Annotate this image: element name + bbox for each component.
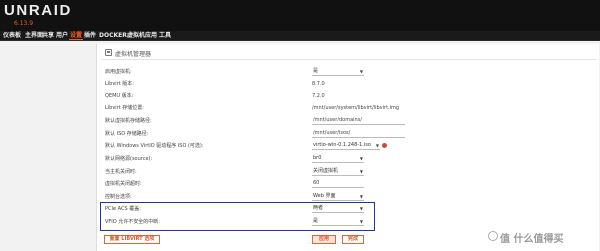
nav-apps[interactable]: 应用 — [145, 32, 157, 40]
nav-users[interactable]: 用户 — [56, 32, 68, 40]
nav-shares[interactable]: 共享 — [42, 32, 54, 40]
version-label: 6.13.9 — [14, 20, 34, 27]
chevron-down-icon: ▼ — [359, 194, 363, 199]
nav-tools[interactable]: 工具 — [159, 32, 171, 40]
top-bar: UNRAID 6.13.9 — [0, 0, 600, 31]
qemu-version-value: 7.2.0 — [312, 93, 325, 99]
console-option-select[interactable]: Web 界面 ▼ — [312, 193, 364, 201]
qemu-version-label: QEMU 版本: — [105, 93, 134, 99]
panel-header: 虚拟机管理器 — [101, 46, 596, 60]
libvirt-version-label: Libvirt 版本: — [105, 81, 134, 87]
libvirt-storage-value: /mnt/user/system/libvirt/libvirt.img — [312, 105, 400, 111]
enable-vm-value: 是 — [313, 68, 319, 74]
chevron-down-icon: ▼ — [359, 69, 363, 74]
shutdown-timeout-input[interactable]: 60 — [312, 180, 364, 188]
console-option-value: Web 界面 — [313, 193, 336, 199]
watermark-logo-icon — [488, 231, 498, 241]
chevron-down-icon: ▼ — [359, 169, 363, 174]
main-nav: 仪表板 主界面 共享 用户 设置 插件 DOCKER 虚拟机 应用 工具 — [0, 31, 600, 41]
done-button[interactable]: 完成 — [342, 235, 364, 244]
shutdown-timeout-label: 虚拟机关闭超时: — [105, 181, 142, 187]
network-source-value: br0 — [313, 155, 322, 161]
virtio-iso-select[interactable]: virtio-win-0.1.248-1.iso ▼ — [312, 142, 380, 150]
chevron-down-icon: ▼ — [359, 156, 363, 161]
default-iso-path-input[interactable]: /mnt/user/isos/ — [312, 130, 405, 138]
libvirt-storage-label: Libvirt 存储位置: — [105, 105, 144, 111]
host-shutdown-select[interactable]: 关闭虚拟机 ▼ — [312, 168, 364, 176]
chevron-down-icon: ▼ — [375, 143, 379, 148]
default-vm-path-label: 默认虚拟机存储路径: — [105, 118, 152, 124]
virtio-iso-label: 默认 Windows VirtIO 驱动程序 ISO (可选): — [105, 143, 204, 149]
reset-libvirt-button[interactable]: 重置 LIBVIRT 选项 — [104, 235, 160, 244]
active-tab-indicator — [69, 39, 83, 40]
network-source-label: 默认网络源(source): — [105, 156, 153, 162]
host-shutdown-value: 关闭虚拟机 — [313, 168, 339, 174]
enable-vm-select[interactable]: 是 ▼ — [312, 68, 364, 76]
host-shutdown-label: 当主机关闭时: — [105, 169, 137, 175]
nav-dashboard[interactable]: 仪表板 — [3, 32, 21, 40]
page-title: 虚拟机管理器 — [115, 51, 152, 58]
virtio-iso-value: virtio-win-0.1.248-1.iso — [313, 142, 371, 148]
watermark: 值 什么值得买 — [500, 234, 564, 245]
nav-plugins[interactable]: 插件 — [84, 32, 96, 40]
network-source-select[interactable]: br0 ▼ — [312, 155, 364, 163]
default-iso-path-label: 默认 ISO 存储路径: — [105, 131, 149, 137]
nav-docker[interactable]: DOCKER — [99, 32, 127, 40]
nav-main[interactable]: 主界面 — [25, 32, 43, 40]
console-option-label: 控制台选项: — [105, 194, 132, 200]
enable-vm-label: 启用虚拟机: — [105, 69, 132, 75]
virtio-download-icon[interactable] — [382, 143, 387, 148]
default-vm-path-input[interactable]: /mnt/user/domains/ — [312, 117, 405, 125]
vm-manager-icon — [105, 49, 112, 56]
nav-vms[interactable]: 虚拟机 — [127, 32, 145, 40]
highlight-box — [100, 202, 375, 231]
libvirt-version-value: 8.7.0 — [312, 81, 325, 87]
apply-button[interactable]: 应用 — [312, 235, 336, 244]
unraid-logo[interactable]: UNRAID — [4, 2, 72, 19]
